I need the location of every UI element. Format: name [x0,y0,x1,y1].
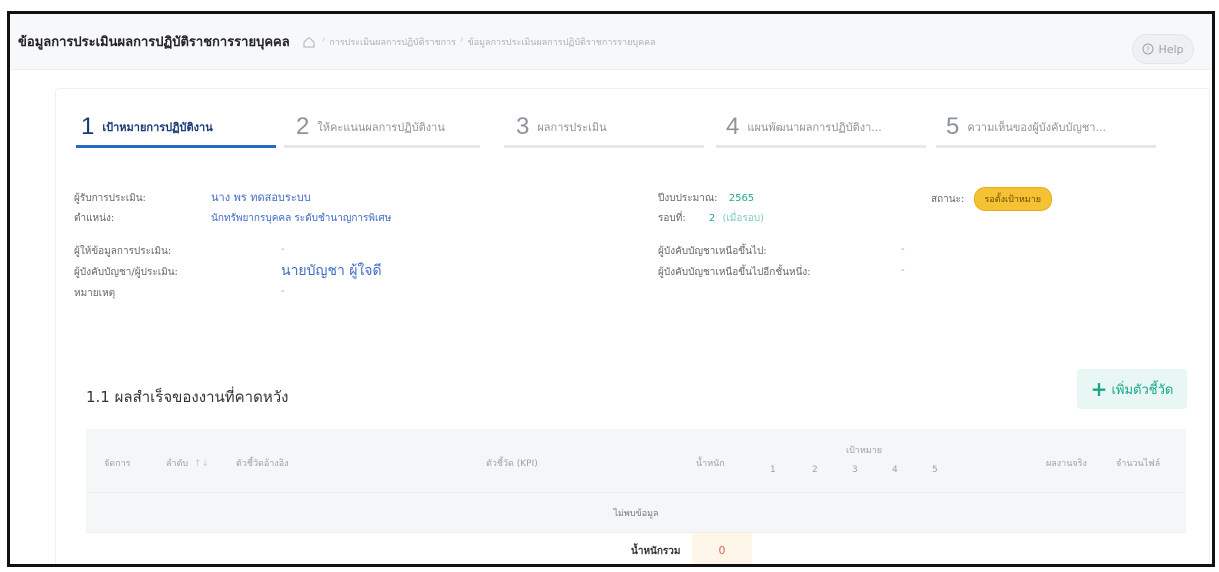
supervisor-value: นายบัญชา ผู้ใจดี [281,263,382,279]
step-label: ให้คะแนนผลการปฏิบัติงาน [317,121,445,134]
step-number: 4 [726,113,740,140]
plus-icon: + [1090,377,1108,401]
step-number: 1 [81,113,95,140]
step-4-underline [716,145,926,148]
col-weight: น้ำหนัก [696,459,725,469]
assessee-label: ผู้รับการประเมิน: [74,193,146,204]
col-target-5: 5 [932,465,938,475]
help-button[interactable]: ? Help [1132,34,1194,64]
col-target-4: 4 [892,465,898,475]
step-5-underline [936,145,1156,148]
budget-year-value: 2565 [728,193,755,204]
upper-supervisor-value: - [901,244,905,255]
status-label: สถานะ: [931,194,965,205]
col-order[interactable]: ลำดับ ↑↓ [166,456,209,470]
tab-step-1[interactable]: 1 เป้าหมายการปฏิบัติงาน [81,107,213,147]
total-weight-label: น้ำหนักรวม [631,546,681,557]
round-row: รอบที่: 2 (เมื่อรอบ) [658,211,764,226]
budget-year-row: ปีงบประมาณ: 2565 [658,191,754,206]
upper-supervisor-row: ผู้บังคับบัญชาเหนือขึ้นไป: [658,244,767,259]
budget-year-label: ปีงบประมาณ: [658,193,718,204]
step-number: 2 [296,113,310,140]
step-label: แผนพัฒนาผลการปฏิบัติงา... [747,121,882,134]
col-actual: ผลงานจริง [1046,459,1087,469]
step-number: 3 [516,113,530,140]
status-row: สถานะ: รอตั้งเป้าหมาย [931,187,1053,211]
position-row: ตำแหน่ง: [74,211,114,226]
note-label: หมายเหตุ [74,288,116,299]
upper-supervisor2-row: ผู้บังคับบัญชาเหนือขึ้นไปอีกชั้นหนึ่ง: [658,265,811,280]
position-label: ตำแหน่ง: [74,213,115,224]
round-value: 2 [708,213,716,224]
tab-step-4[interactable]: 4 แผนพัฒนาผลการปฏิบัติงา... [726,107,882,147]
col-reference-kpi: ตัวชี้วัดอ้างอิง [236,459,289,469]
help-label: Help [1158,42,1184,56]
round-label: รอบที่: [658,213,686,224]
total-row: น้ำหนักรวม 0 [86,533,1186,564]
upper-supervisor-label: ผู้บังคับบัญชาเหนือขึ้นไป: [658,246,767,257]
tab-step-3[interactable]: 3 ผลการประเมิน [516,107,607,147]
round-note: (เมื่อรอบ) [722,213,764,224]
col-manage: จัดการ [104,459,131,469]
page-title: ข้อมูลการประเมินผลการปฏิบัติราชการรายบุค… [18,35,290,50]
informant-label: ผู้ให้ข้อมูลการประเมิน: [74,246,172,257]
step-tabs: 1 เป้าหมายการปฏิบัติงาน 2 ให้คะแนนผลการป… [76,107,1199,147]
top-bar: ข้อมูลการประเมินผลการปฏิบัติราชการรายบุค… [10,14,1212,70]
evaluation-card: 1 เป้าหมายการปฏิบัติงาน 2 ให้คะแนนผลการป… [55,88,1210,564]
position-value: นักทรัพยากรบุคคล ระดับชำนาญการพิเศษ [211,213,392,224]
informant-value: - [281,244,285,255]
table-header: จัดการ ลำดับ ↑↓ ตัวชี้วัดอ้างอิง ตัวชี้ว… [86,429,1186,493]
breadcrumb: › การประเมินผลการปฏิบัติราชการ › ข้อมูลก… [321,34,656,49]
section-title: 1.1 ผลสำเร็จของงานที่คาดหวัง [86,388,289,406]
col-target-1: 1 [770,465,776,475]
app-window: ข้อมูลการประเมินผลการปฏิบัติราชการรายบุค… [7,11,1215,567]
step-label: เป้าหมายการปฏิบัติงาน [102,121,213,134]
help-circle-icon: ? [1142,43,1154,55]
note-value: - [281,286,285,297]
step-3-underline [504,145,704,148]
empty-row: ไม่พบข้อมูล [86,493,1186,533]
step-label: ความเห็นของผู้บังคับบัญชา... [967,121,1106,134]
step-2-underline [284,145,480,148]
assessee-row: ผู้รับการประเมิน: [74,191,146,206]
svg-text:?: ? [1147,46,1151,54]
col-kpi: ตัวชี้วัด (KPI) [486,459,538,469]
informant-row: ผู้ให้ข้อมูลการประเมิน: [74,244,171,259]
breadcrumb-item-individual[interactable]: ข้อมูลการประเมินผลการปฏิบัติราชการรายบุค… [468,35,656,49]
col-target: เป้าหมาย [846,446,883,456]
col-target-3: 3 [852,465,858,475]
col-order-label: ลำดับ [166,459,189,469]
col-files: จำนวนไฟล์ [1116,459,1161,469]
tab-step-5[interactable]: 5 ความเห็นของผู้บังคับบัญชา... [946,107,1106,147]
tab-step-2[interactable]: 2 ให้คะแนนผลการปฏิบัติงาน [296,107,445,147]
breadcrumb-item-performance[interactable]: การประเมินผลการปฏิบัติราชการ [329,35,456,49]
total-weight-value: 0 [692,533,752,564]
supervisor-label: ผู้บังคับบัญชา/ผู้ประเมิน: [74,267,178,278]
add-kpi-button[interactable]: + เพิ่มตัวชี้วัด [1077,369,1187,409]
col-target-2: 2 [812,465,818,475]
upper-supervisor2-value: - [901,265,905,276]
step-label: ผลการประเมิน [537,121,607,134]
upper-supervisor2-label: ผู้บังคับบัญชาเหนือขึ้นไปอีกชั้นหนึ่ง: [658,267,811,278]
kpi-table: จัดการ ลำดับ ↑↓ ตัวชี้วัดอ้างอิง ตัวชี้ว… [86,429,1186,564]
step-number: 5 [946,113,960,140]
supervisor-row: ผู้บังคับบัญชา/ผู้ประเมิน: [74,265,178,280]
assessee-value: นาง พร ทดสอบระบบ [211,191,311,204]
status-badge: รอตั้งเป้าหมาย [973,187,1053,211]
home-icon[interactable] [302,35,316,49]
sort-icon[interactable]: ↑↓ [191,459,209,469]
step-1-underline [76,145,276,148]
note-row: หมายเหตุ [74,286,115,301]
add-kpi-label: เพิ่มตัวชี้วัด [1111,382,1174,398]
empty-text: ไม่พบข้อมูล [613,508,659,519]
